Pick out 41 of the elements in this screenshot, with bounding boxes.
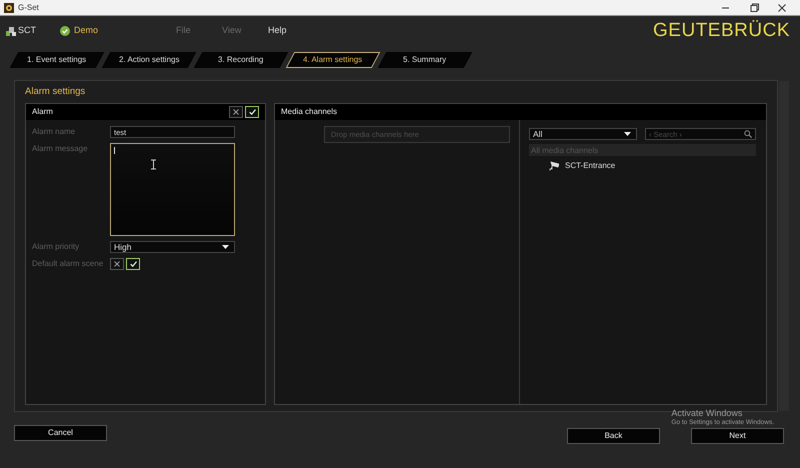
cancel-button[interactable]: Cancel <box>14 425 107 441</box>
close-icon <box>233 109 239 116</box>
field-label: Alarm name <box>32 126 76 138</box>
toggle-off-button[interactable] <box>229 106 243 118</box>
system-name: SCT <box>18 24 37 38</box>
check-icon <box>130 261 136 268</box>
project-name: Demo <box>74 24 98 38</box>
i-beam-cursor-icon <box>150 160 156 170</box>
panel-title: Alarm <box>32 106 53 118</box>
step-tab[interactable]: 2. Action settings <box>102 52 196 68</box>
channel-item[interactable]: SCT-Entrance <box>529 156 756 172</box>
menu-item[interactable]: Help <box>268 24 314 38</box>
dropdown-arrow-icon <box>624 132 631 136</box>
step-tab[interactable]: 1. Event settings <box>10 52 104 68</box>
field-label: Alarm message <box>32 143 89 156</box>
close-icon <box>114 261 120 268</box>
network-icon <box>6 26 16 36</box>
dropdown-arrow-icon <box>222 245 229 250</box>
toggle-on-button[interactable] <box>126 258 140 270</box>
field-label: Alarm priority <box>32 241 80 254</box>
priority-dropdown[interactable]: High <box>110 241 235 254</box>
filter-dropdown[interactable]: All <box>529 128 637 140</box>
panel-title: Media channels <box>281 106 338 118</box>
field-label: Default alarm scene <box>32 258 104 270</box>
app-icon <box>4 2 14 12</box>
check-icon <box>248 109 256 116</box>
search-icon <box>744 130 752 138</box>
step-tab[interactable]: 5. Summary <box>378 52 472 68</box>
camera-icon <box>549 161 559 172</box>
next-button[interactable]: Next <box>691 428 784 444</box>
text-cursor <box>114 146 115 155</box>
section-title: Alarm settings <box>25 85 86 99</box>
step-tab[interactable]: 3. Recording <box>194 52 288 68</box>
window-title: G-Set <box>18 2 39 14</box>
back-button[interactable]: Back <box>567 428 660 444</box>
os-notice-title: Activate Windows <box>671 408 744 419</box>
step-tab[interactable]: 4. Alarm settings <box>286 52 380 68</box>
message-field[interactable] <box>110 143 235 236</box>
brand-logo: GEUTEBRÜCK <box>653 18 790 43</box>
toggle-on-button[interactable] <box>245 106 259 118</box>
toggle-off-button[interactable] <box>110 258 124 270</box>
